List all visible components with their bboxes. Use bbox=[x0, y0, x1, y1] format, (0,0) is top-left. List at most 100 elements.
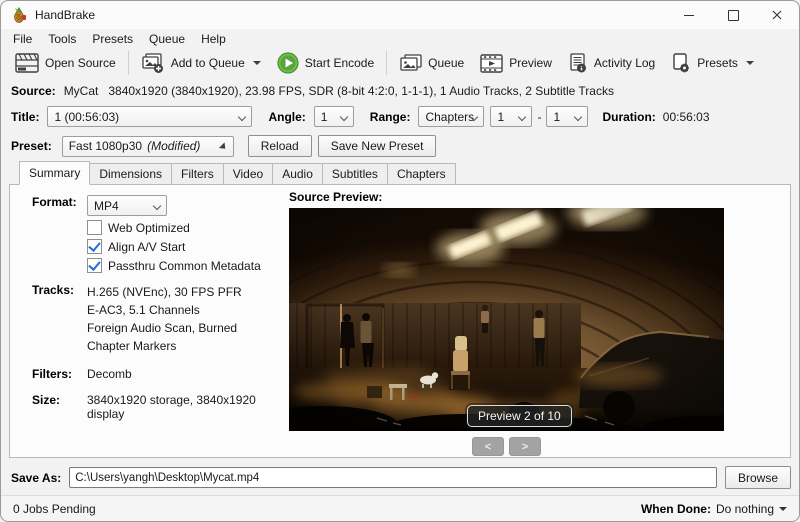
range-separator: - bbox=[537, 109, 542, 124]
tab-summary[interactable]: Summary bbox=[19, 161, 91, 185]
summary-tab-pane: Format: MP4 Web Optimized Align A/V Star… bbox=[9, 184, 791, 458]
track-item: E-AC3, 5.1 Channels bbox=[87, 303, 200, 317]
statusbar: 0 Jobs Pending When Done: Do nothing bbox=[1, 495, 799, 521]
angle-select[interactable]: 1 bbox=[313, 106, 354, 127]
menu-presets[interactable]: Presets bbox=[84, 30, 141, 48]
filters-value: Decomb bbox=[87, 367, 132, 381]
size-label: Size: bbox=[32, 393, 61, 407]
align-av-start-checkbox[interactable]: Align A/V Start bbox=[87, 239, 282, 254]
presets-button[interactable]: Presets bbox=[663, 50, 762, 77]
tracks-list: H.265 (NVEnc), 30 FPS PFR E-AC3, 5.1 Cha… bbox=[87, 283, 242, 355]
title-select[interactable]: 1 (00:56:03) bbox=[47, 106, 253, 127]
film-clapper-icon bbox=[15, 53, 39, 73]
preview-counter-badge: Preview 2 of 10 bbox=[467, 405, 572, 427]
format-select-value: MP4 bbox=[94, 198, 119, 213]
preset-label: Preset: bbox=[11, 139, 52, 153]
duration-label: Duration: bbox=[602, 109, 656, 124]
source-preview-block: Source Preview: Preview 2 of 10 < > bbox=[289, 190, 724, 456]
menu-tools[interactable]: Tools bbox=[40, 30, 84, 48]
title-row: Title: 1 (00:56:03) Angle: 1 Range: Chap… bbox=[11, 106, 799, 127]
passthru-metadata-checkbox[interactable]: Passthru Common Metadata bbox=[87, 258, 282, 273]
menu-file[interactable]: File bbox=[5, 30, 40, 48]
tracks-label: Tracks: bbox=[32, 283, 75, 297]
tab-video[interactable]: Video bbox=[223, 163, 274, 185]
range-from-select[interactable]: 1 bbox=[490, 106, 533, 127]
tab-subtitles[interactable]: Subtitles bbox=[322, 163, 388, 185]
tab-filters[interactable]: Filters bbox=[172, 163, 224, 185]
preset-modified-flag: (Modified) bbox=[147, 139, 201, 153]
start-encode-button[interactable]: Start Encode bbox=[269, 49, 382, 77]
presets-label: Presets bbox=[697, 56, 738, 70]
photos-plus-icon bbox=[141, 52, 165, 74]
minimize-button[interactable] bbox=[667, 1, 711, 29]
window-controls bbox=[667, 1, 799, 29]
window-title: HandBrake bbox=[35, 8, 96, 22]
maximize-button[interactable] bbox=[711, 1, 755, 29]
when-done-label: When Done: bbox=[640, 501, 711, 516]
web-optimized-checkbox[interactable]: Web Optimized bbox=[87, 220, 282, 235]
filters-label: Filters: bbox=[32, 367, 73, 381]
save-as-row: Save As: Browse bbox=[11, 466, 791, 489]
handbrake-pineapple-icon bbox=[11, 7, 27, 23]
checkbox-checked-icon bbox=[87, 239, 102, 254]
toolbar: Open Source Add to Queue Start Encode Qu… bbox=[1, 49, 799, 77]
previous-preview-button[interactable]: < bbox=[472, 437, 504, 456]
save-new-preset-button[interactable]: Save New Preset bbox=[317, 135, 437, 157]
preview-label: Preview bbox=[509, 56, 552, 70]
source-name: MyCat bbox=[63, 84, 99, 98]
preview-button[interactable]: Preview bbox=[472, 51, 560, 76]
browse-button[interactable]: Browse bbox=[724, 466, 791, 489]
tab-dimensions[interactable]: Dimensions bbox=[90, 163, 173, 185]
preset-select-value: Fast 1080p30 bbox=[68, 139, 143, 153]
add-to-queue-button[interactable]: Add to Queue bbox=[133, 50, 269, 77]
when-done-value: Do nothing bbox=[715, 501, 774, 516]
summary-settings-column: Format: MP4 Web Optimized Align A/V Star… bbox=[32, 195, 282, 423]
activity-log-button[interactable]: Activity Log bbox=[560, 50, 663, 77]
tab-chapters[interactable]: Chapters bbox=[387, 163, 456, 185]
tab-audio[interactable]: Audio bbox=[273, 163, 323, 185]
source-preview-label: Source Preview: bbox=[289, 190, 383, 204]
track-item: Foreign Audio Scan, Burned bbox=[87, 321, 238, 335]
tab-strip: Summary Dimensions Filters Video Audio S… bbox=[19, 161, 799, 185]
close-button[interactable] bbox=[755, 1, 799, 29]
toolbar-separator bbox=[127, 51, 129, 75]
align-av-start-label: Align A/V Start bbox=[108, 239, 186, 254]
range-mode-select[interactable]: Chapters bbox=[418, 106, 485, 127]
size-value: 3840x1920 storage, 3840x1920 display bbox=[87, 393, 256, 421]
range-label: Range: bbox=[369, 109, 411, 124]
duration-value: 00:56:03 bbox=[662, 109, 710, 124]
menu-queue[interactable]: Queue bbox=[141, 30, 193, 48]
green-play-icon bbox=[277, 52, 299, 74]
next-preview-button[interactable]: > bbox=[509, 437, 541, 456]
web-optimized-label: Web Optimized bbox=[108, 220, 190, 235]
queue-button[interactable]: Queue bbox=[391, 51, 472, 76]
menubar: File Tools Presets Queue Help bbox=[1, 29, 799, 49]
titlebar: HandBrake bbox=[1, 1, 799, 29]
checkbox-icon bbox=[87, 220, 102, 235]
passthru-metadata-label: Passthru Common Metadata bbox=[108, 258, 261, 273]
open-source-button[interactable]: Open Source bbox=[7, 50, 124, 76]
title-label: Title: bbox=[11, 109, 40, 124]
document-info-icon bbox=[568, 52, 588, 74]
range-to-value: 1 bbox=[553, 109, 561, 124]
menu-help[interactable]: Help bbox=[193, 30, 234, 48]
format-select[interactable]: MP4 bbox=[87, 195, 167, 216]
queue-label: Queue bbox=[428, 56, 465, 70]
save-as-label: Save As: bbox=[11, 470, 62, 485]
reload-button[interactable]: Reload bbox=[247, 135, 312, 157]
activity-log-label: Activity Log bbox=[593, 56, 656, 70]
preset-select[interactable]: Fast 1080p30 (Modified) bbox=[61, 135, 234, 157]
format-label: Format: bbox=[32, 195, 77, 209]
preview-navigation: < > bbox=[289, 437, 724, 456]
jobs-pending-status: 0 Jobs Pending bbox=[13, 501, 96, 516]
preset-row: Preset: Fast 1080p30 (Modified) Reload S… bbox=[11, 135, 799, 157]
checkbox-checked-icon bbox=[87, 258, 102, 273]
source-info-row: Source: MyCat 3840x1920 (3840x1920), 23.… bbox=[1, 77, 799, 98]
when-done-control[interactable]: When Done: Do nothing bbox=[641, 502, 787, 516]
range-mode-value: Chapters bbox=[425, 109, 475, 124]
range-to-select[interactable]: 1 bbox=[546, 106, 589, 127]
track-item: Chapter Markers bbox=[87, 339, 177, 353]
save-as-path-input[interactable] bbox=[69, 467, 717, 488]
add-to-queue-label: Add to Queue bbox=[170, 56, 245, 70]
chevron-down-icon bbox=[252, 61, 261, 65]
